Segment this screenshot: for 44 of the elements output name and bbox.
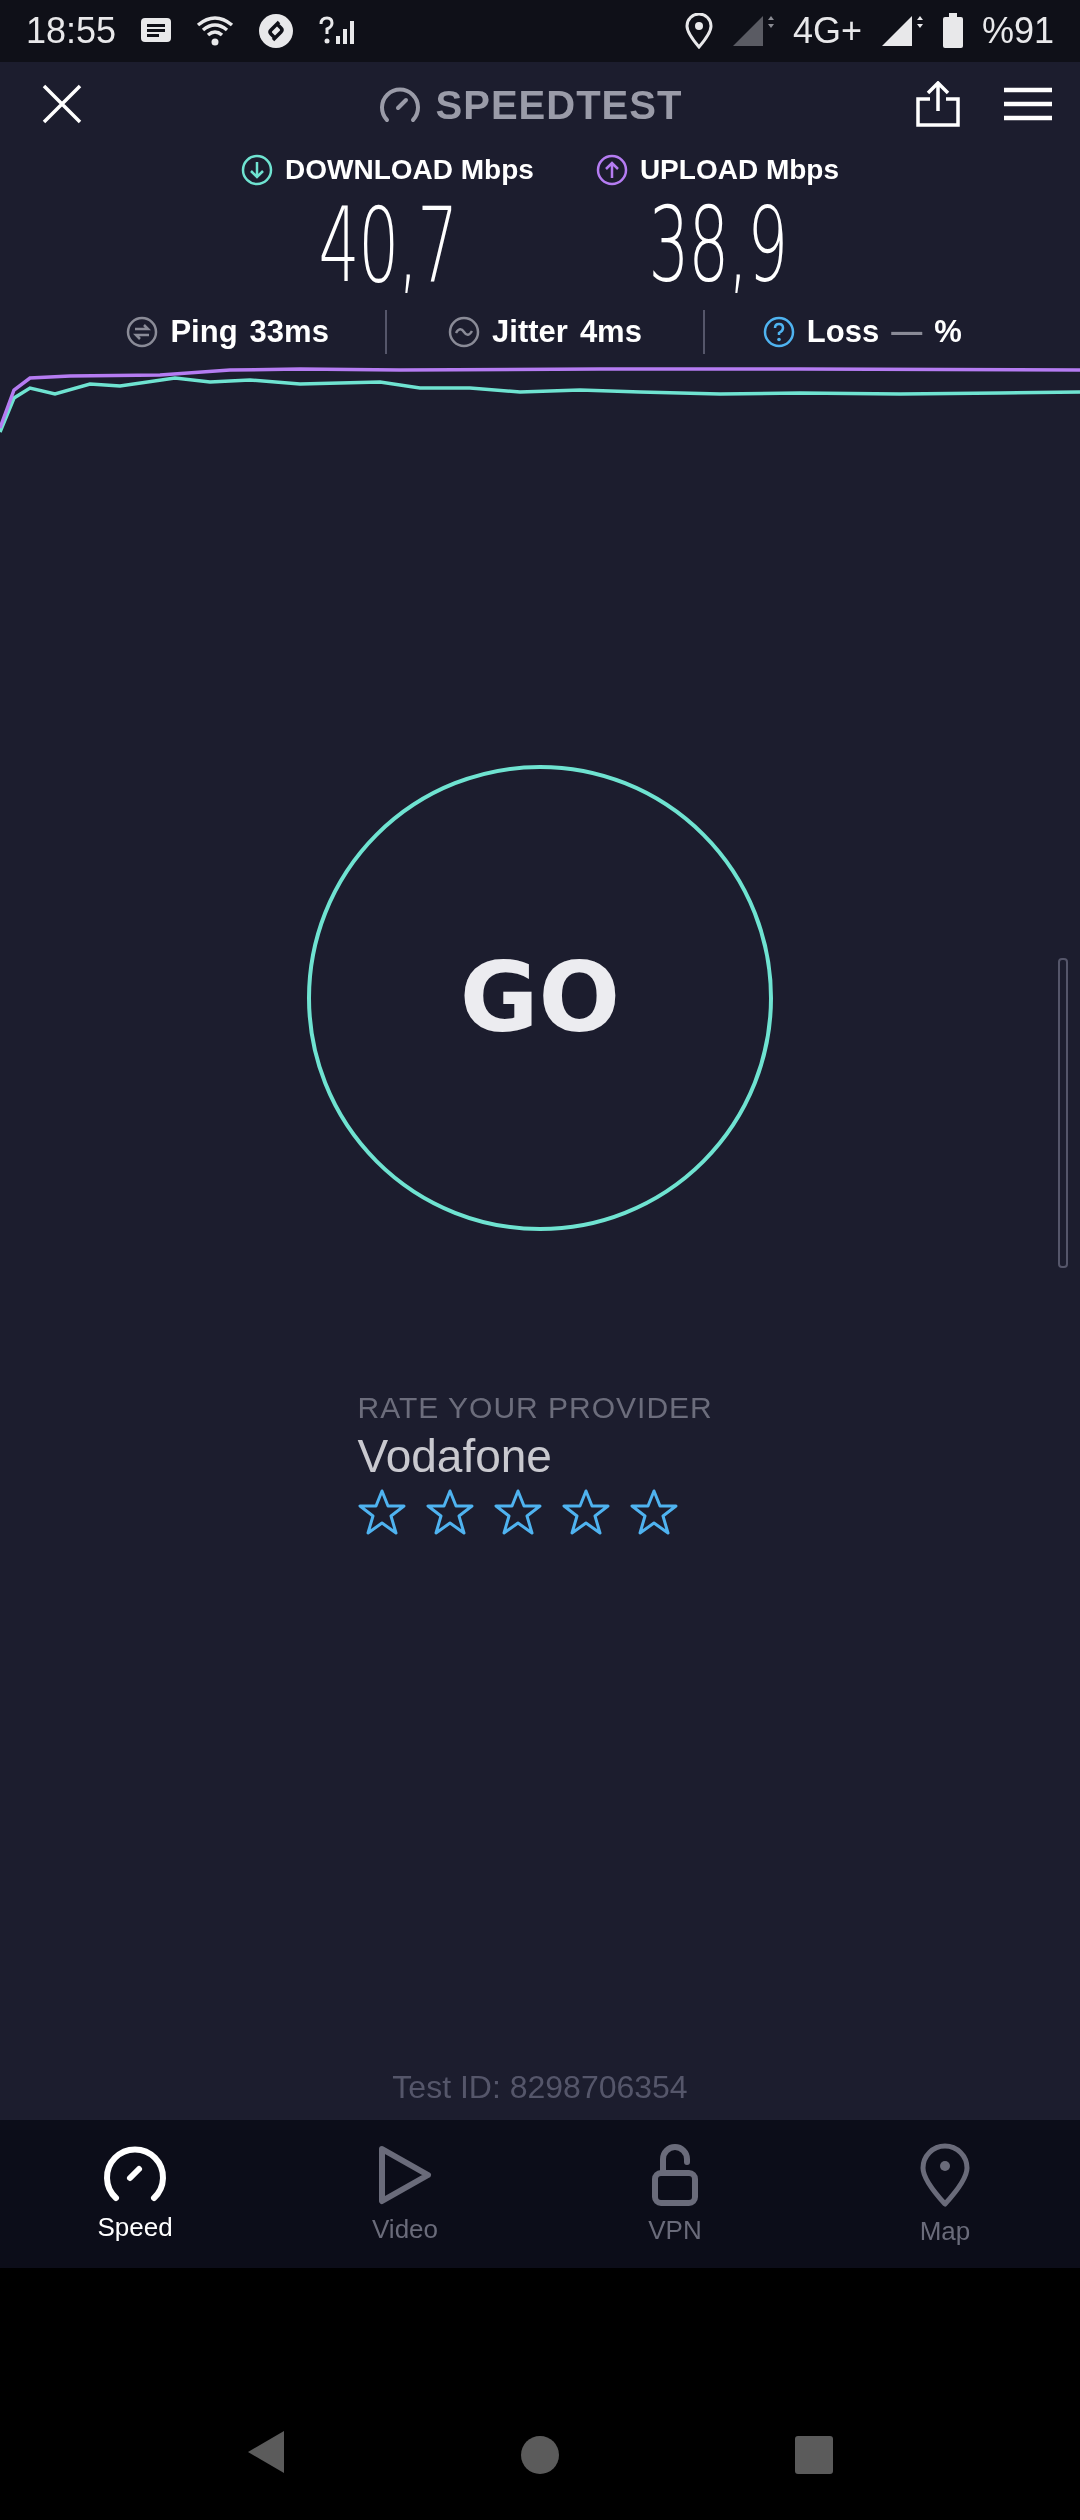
metric-label: Jitter bbox=[492, 314, 568, 350]
padlock-icon bbox=[651, 2142, 699, 2207]
share-button[interactable] bbox=[916, 80, 960, 130]
clock: 18:55 bbox=[26, 10, 117, 52]
result-value: 40,7 bbox=[318, 186, 457, 304]
star-icon[interactable] bbox=[357, 1489, 406, 1535]
jitter-icon bbox=[448, 316, 481, 348]
metric-label: Loss bbox=[806, 314, 880, 350]
metric-value: 33ms bbox=[249, 314, 329, 350]
result-label: DOWNLOAD Mbps bbox=[285, 154, 534, 186]
star-icon[interactable] bbox=[561, 1489, 610, 1535]
star-icon[interactable] bbox=[629, 1489, 678, 1535]
nav-tab[interactable]: Map bbox=[810, 2120, 1080, 2268]
metric-value: — bbox=[891, 314, 923, 350]
result-value: 38,9 bbox=[648, 186, 787, 304]
battery-level: %91 bbox=[981, 10, 1054, 52]
network-type: 4G+ bbox=[792, 10, 862, 52]
metric-value: 4ms bbox=[579, 314, 642, 350]
go-button[interactable]: GO bbox=[307, 765, 773, 1231]
metric-unit: % bbox=[934, 314, 962, 350]
metric-label: Ping bbox=[170, 314, 238, 350]
wifi-icon bbox=[196, 15, 235, 47]
provider-name: Vodafone bbox=[357, 1429, 552, 1483]
nav-tab[interactable]: VPN bbox=[540, 2120, 810, 2268]
gauge-icon bbox=[102, 2145, 168, 2204]
nav-tab[interactable]: Video bbox=[270, 2120, 540, 2268]
battery-icon bbox=[941, 13, 964, 49]
app-title: SPEEDTEST bbox=[435, 82, 683, 128]
play-icon bbox=[376, 2143, 434, 2206]
location-pin-icon bbox=[919, 2141, 971, 2208]
result-label: UPLOAD Mbps bbox=[639, 154, 839, 186]
gauge-icon bbox=[377, 86, 422, 124]
ping-icon bbox=[126, 316, 159, 348]
star-icon[interactable] bbox=[493, 1489, 542, 1535]
rating-heading: RATE YOUR PROVIDER bbox=[357, 1391, 713, 1425]
app-circle-icon bbox=[258, 13, 295, 49]
star-icon[interactable] bbox=[425, 1489, 474, 1535]
star-rating[interactable] bbox=[357, 1489, 678, 1535]
nav-tab[interactable]: Speed bbox=[0, 2120, 270, 2268]
notification-icon bbox=[140, 17, 173, 45]
no-sim-signal-icon bbox=[318, 16, 357, 46]
location-icon bbox=[684, 13, 713, 49]
test-id: Test ID: 8298706354 bbox=[392, 2069, 688, 2106]
help-icon bbox=[762, 316, 795, 348]
